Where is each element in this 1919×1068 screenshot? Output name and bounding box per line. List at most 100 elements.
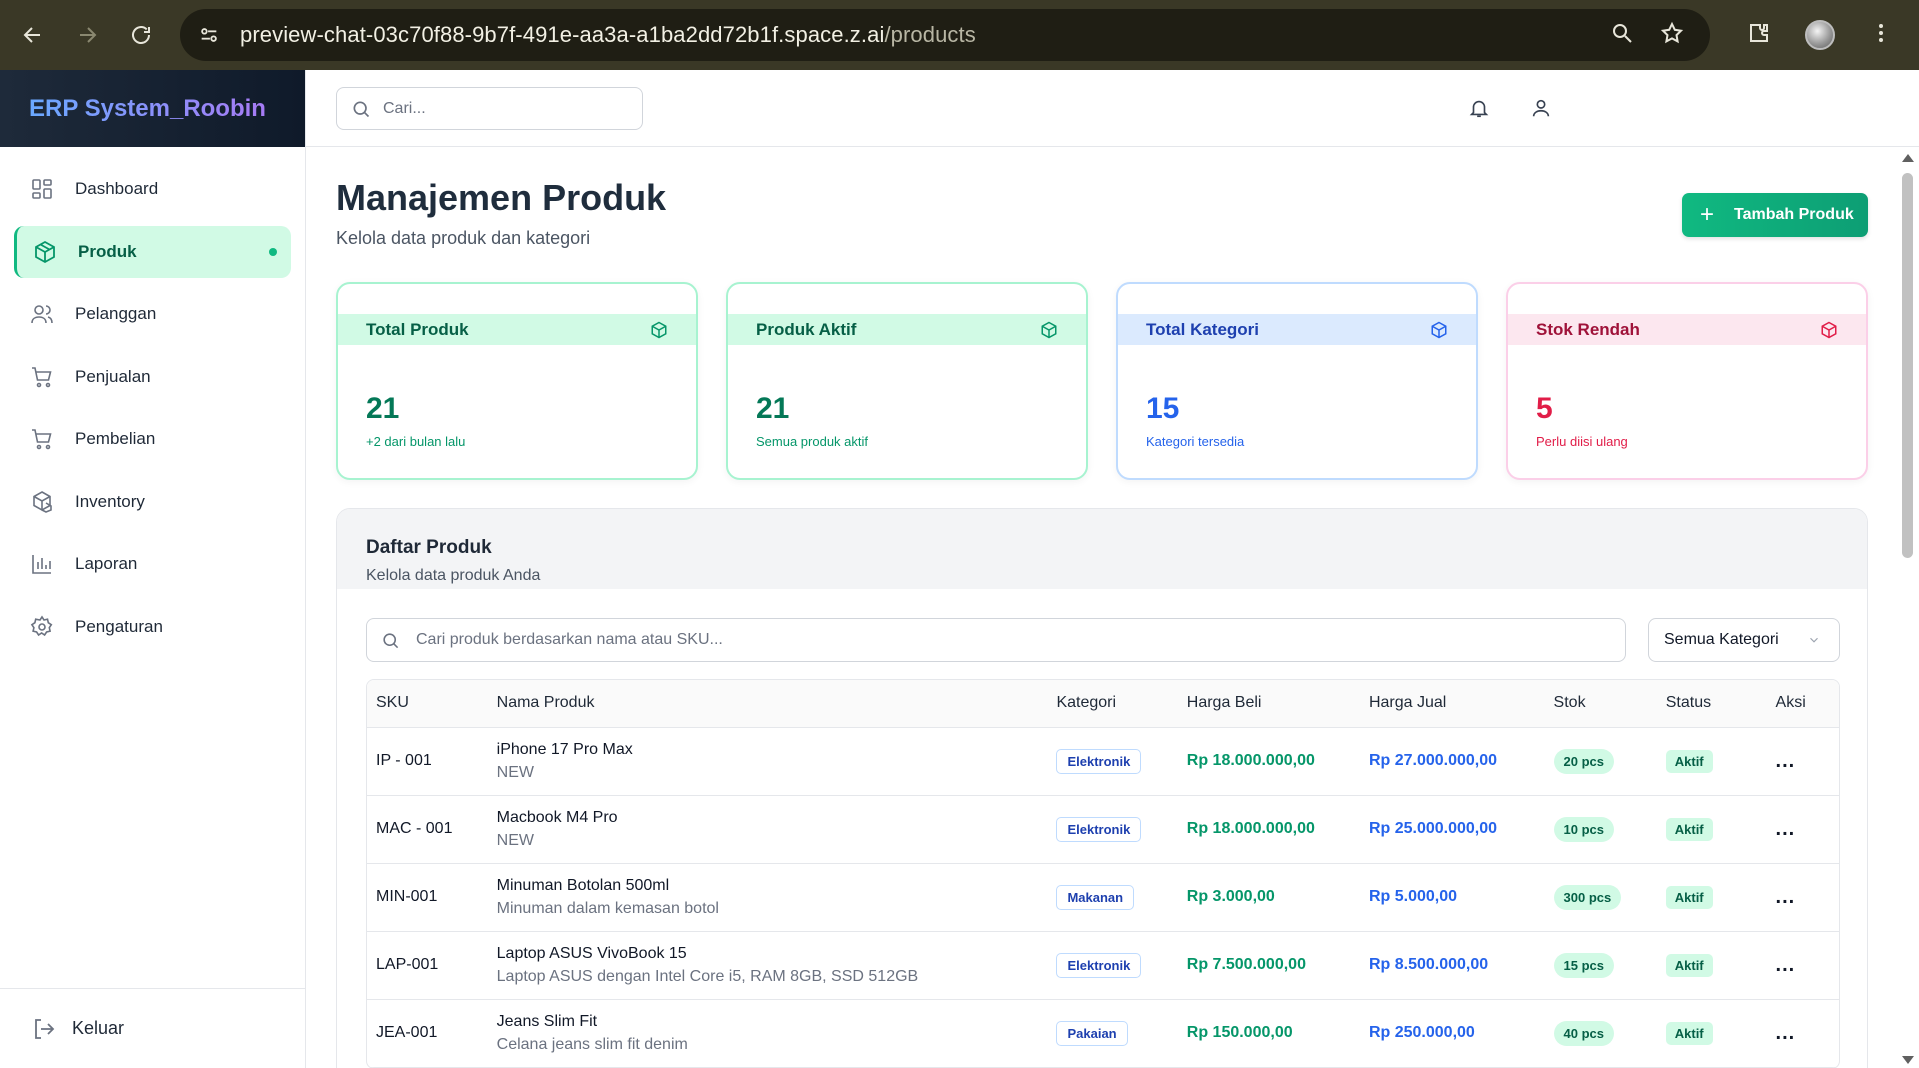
add-product-button[interactable]: + Tambah Produk [1682,193,1868,237]
stock-badge: 15 pcs [1553,952,1615,978]
address-bar[interactable]: preview-chat-03c70f88-9b7f-491e-aa3a-a1b… [180,9,1710,61]
app-header [306,70,1919,147]
column-header[interactable]: Nama Produk [487,680,1048,728]
column-header[interactable]: Harga Jual [1359,680,1545,728]
url-text[interactable]: preview-chat-03c70f88-9b7f-491e-aa3a-a1b… [240,22,976,48]
buy-price-cell: Rp 3.000,00 [1177,863,1360,932]
panel-title: Daftar Produk [366,537,492,558]
status-cell: Aktif [1656,863,1767,932]
table-row[interactable]: JEA-001 Jeans Slim Fit Celana jeans slim … [367,999,1839,1068]
product-description: NEW [496,763,534,781]
product-name: Macbook M4 Pro [496,808,618,826]
actions-cell: ... [1766,795,1839,864]
extensions-icon[interactable] [1747,21,1771,50]
sidebar-item-label: Pelanggan [75,304,157,323]
category-cell: Elektronik [1047,931,1178,1000]
panel-subtitle: Kelola data produk Anda [366,567,541,584]
column-header[interactable]: Stok [1544,680,1657,728]
page-scrollbar[interactable] [1896,148,1919,1068]
category-filter-select[interactable]: Semua Kategori [1648,618,1840,662]
browser-toolbar: preview-chat-03c70f88-9b7f-491e-aa3a-a1b… [0,0,1919,70]
product-name: Minuman Botolan 500ml [496,876,670,894]
stock-badge: 10 pcs [1553,816,1615,842]
more-actions-icon[interactable]: ... [1776,818,1796,840]
chevron-down-icon [1810,637,1818,643]
profile-avatar[interactable] [1805,20,1835,50]
sidebar: ERP System_Roobin Dashboard Produk Pelan… [0,70,306,1068]
more-actions-icon[interactable]: ... [1776,886,1796,908]
sku-cell: IP - 001 [367,727,488,796]
sell-price-cell: Rp 27.000.000,00 [1359,727,1545,796]
stats-cards: Total Produk 21 +2 dari bulan lalu Produ… [336,282,1868,480]
scroll-down-arrow[interactable] [1902,1056,1914,1064]
sell-price-cell: Rp 8.500.000,00 [1359,931,1545,1000]
table-row[interactable]: MIN-001 Minuman Botolan 500ml Minuman dal… [367,863,1839,932]
sidebar-item-pelanggan[interactable]: Pelanggan [14,288,291,340]
scroll-up-arrow[interactable] [1902,154,1914,162]
actions-cell: ... [1766,727,1839,796]
more-actions-icon[interactable]: ... [1776,954,1796,976]
sidebar-item-label: Pengaturan [75,616,163,636]
name-cell: Minuman Botolan 500ml Minuman dalam kemas… [487,863,1048,932]
status-cell: Aktif [1656,931,1767,1000]
page-title: Manajemen Produk [336,177,667,218]
actions-cell: ... [1766,931,1839,1000]
column-header: Aksi [1766,680,1839,728]
sidebar-item-dashboard[interactable]: Dashboard [14,163,291,215]
sidebar-item-label: Inventory [75,491,145,511]
sidebar-item-pengaturan[interactable]: Pengaturan [14,601,291,653]
bell-icon[interactable] [1468,97,1490,119]
stat-card-produk-aktif: Produk Aktif 21 Semua produk aktif [726,282,1088,480]
brand[interactable]: ERP System_Roobin [0,70,305,147]
boxes-icon [30,490,54,514]
back-button[interactable] [6,0,60,70]
sidebar-item-produk[interactable]: Produk [14,225,291,278]
forward-button[interactable] [60,0,114,70]
sidebar-item-penjualan[interactable]: Penjualan [14,351,291,403]
more-actions-icon[interactable]: ... [1776,750,1796,772]
product-search-input[interactable] [416,631,1516,649]
name-cell: iPhone 17 Pro Max NEW [487,727,1048,796]
sidebar-item-label: Pembelian [75,429,156,448]
sku-cell: LAP-001 [367,931,488,1000]
buy-price-cell: Rp 18.000.000,00 [1177,727,1360,796]
site-settings-icon[interactable] [198,24,228,46]
product-description: Minuman dalam kemasan botol [496,899,719,917]
browser-menu-icon[interactable] [1869,21,1893,50]
table-row[interactable]: MAC - 001 Macbook M4 Pro NEW Elektronik R… [367,795,1839,864]
stat-card-note: Semua produk aktif [756,434,869,449]
global-search-input[interactable] [383,99,623,118]
product-search[interactable] [366,618,1626,662]
sidebar-item-laporan[interactable]: Laporan [14,538,291,590]
table-row[interactable]: IP - 001 iPhone 17 Pro Max NEW Elektronik… [367,727,1839,796]
sku-cell: MIN-001 [367,863,488,932]
sku-cell: JEA-001 [367,999,488,1068]
search-icon [383,632,399,648]
user-icon[interactable] [1530,97,1552,119]
column-header[interactable]: SKU [367,680,488,728]
logout-button[interactable]: Keluar [0,988,305,1068]
package-icon [1821,321,1837,338]
status-cell: Aktif [1656,999,1767,1068]
zoom-icon[interactable] [1610,21,1634,50]
column-header[interactable]: Status [1656,680,1767,728]
global-search[interactable] [336,87,643,130]
stat-card-stok-rendah: Stok Rendah 5 Perlu diisi ulang [1506,282,1868,480]
category-badge: Elektronik [1056,748,1142,774]
stock-cell: 15 pcs [1544,931,1657,1000]
buy-price: Rp 150.000,00 [1186,1024,1293,1041]
sidebar-item-pembelian[interactable]: Pembelian [14,413,291,465]
stat-card-note: +2 dari bulan lalu [366,434,466,449]
buy-price-cell: Rp 150.000,00 [1177,999,1360,1068]
scrollbar-thumb[interactable] [1902,173,1913,558]
stock-cell: 20 pcs [1544,727,1657,796]
more-actions-icon[interactable]: ... [1776,1022,1796,1044]
table-row[interactable]: LAP-001 Laptop ASUS VivoBook 15 Laptop AS… [367,931,1839,1000]
sidebar-item-inventory[interactable]: Inventory [14,476,291,528]
reload-button[interactable] [114,0,168,70]
column-header[interactable]: Kategori [1047,680,1178,728]
package-icon [33,240,57,264]
bookmark-star-icon[interactable] [1660,21,1684,50]
column-header[interactable]: Harga Beli [1177,680,1360,728]
actions-cell: ... [1766,863,1839,932]
